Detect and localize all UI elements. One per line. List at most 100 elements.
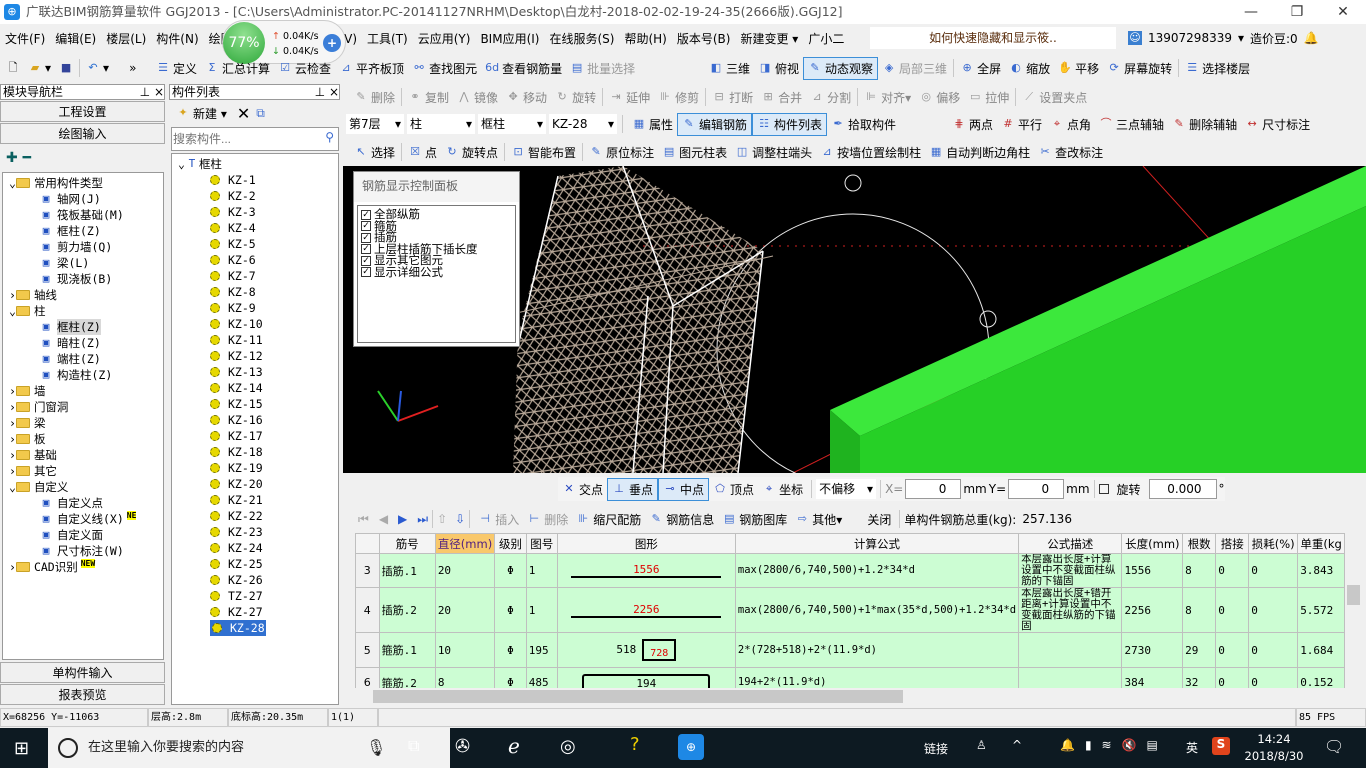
cell[interactable]: 20 — [434, 587, 496, 633]
cell[interactable]: 0 — [1248, 553, 1299, 588]
menu-item[interactable]: 在线服务(S) — [544, 30, 619, 47]
formula-cell[interactable]: 2*(728+518)+2*(11.9*d) — [734, 632, 1020, 668]
first-record-button[interactable]: ⏮ — [358, 512, 369, 527]
cell[interactable]: 2730 — [1121, 632, 1184, 668]
formula-cell[interactable]: max(2800/6,740,500)+1*max(35*d,500)+1.2*… — [734, 587, 1020, 633]
toolbar-button[interactable]: ✕ 交点 — [558, 479, 607, 500]
component-item[interactable]: KZ-10 — [178, 316, 338, 332]
close-button[interactable]: ✕ — [1320, 0, 1366, 24]
pin-close-icons[interactable]: ⊥ × — [140, 85, 164, 99]
chevron-icon[interactable]: ⌄ — [178, 156, 185, 172]
delete-component-button[interactable]: ✕ — [237, 104, 250, 123]
component-item[interactable]: KZ-19 — [178, 460, 338, 476]
cell[interactable]: 箍筋.1 — [378, 632, 436, 668]
tree-item[interactable]: ▣ 自定义面 — [3, 527, 163, 543]
component-item[interactable]: KZ-22 — [178, 508, 338, 524]
tree-folder[interactable]: › 基础 — [3, 447, 163, 463]
toolbar-button[interactable]: ⊥ 垂点 — [607, 477, 659, 501]
search-icon[interactable]: ⚲ — [325, 130, 334, 144]
toolbar-button[interactable]: ⊫ 对齐▾ — [860, 87, 915, 108]
new-component-button[interactable]: ✦ 新建 ▾ — [172, 103, 231, 124]
project-settings-button[interactable]: 工程设置 — [0, 101, 165, 122]
tree-item[interactable]: ▣ 自定义点 — [3, 495, 163, 511]
toolbar-button[interactable]: ▤ 钢筋图库 — [718, 509, 791, 530]
task-view-icon[interactable]: ⧉ — [408, 736, 419, 756]
column-header[interactable]: 计算公式 — [734, 533, 1020, 554]
column-header[interactable]: 长度(mm) — [1121, 533, 1184, 554]
ime-indicator[interactable]: 英 — [1186, 739, 1198, 756]
windows-start-icon[interactable]: ⊞ — [14, 738, 29, 759]
copy-component-button[interactable]: ⧉ — [256, 106, 265, 121]
tree-item[interactable]: ▣ 框柱(Z) — [3, 319, 163, 335]
cell[interactable]: 0 — [1215, 667, 1250, 688]
cell[interactable]: Φ — [494, 667, 527, 688]
toolbar-button[interactable]: ✎ 原位标注 — [585, 142, 658, 163]
cell[interactable]: 10 — [434, 632, 496, 668]
tree-item[interactable]: ▣ 端柱(Z) — [3, 351, 163, 367]
toolbar-button[interactable]: ↻ 旋转点 — [441, 142, 502, 163]
tree-item[interactable]: ▣ 框柱(Z) — [3, 223, 163, 239]
toolbar-button[interactable]: ⇨ 其他▾ — [791, 509, 846, 530]
formula-cell[interactable]: max(2800/6,740,500)+1.2*34*d — [734, 553, 1020, 588]
undo-button[interactable]: ↶ ▾ — [82, 59, 113, 77]
toolbar-button[interactable]: ◧ 三维 — [705, 58, 754, 79]
tree-item[interactable]: ▣ 轴网(J) — [3, 191, 163, 207]
component-item[interactable]: KZ-13 — [178, 364, 338, 380]
cell[interactable]: 0 — [1215, 587, 1250, 633]
cell[interactable]: 195 — [525, 632, 558, 668]
toolbar-button[interactable]: ⊿ 按墙位置绘制柱 — [816, 142, 925, 163]
toolbar-button[interactable]: ⟳ 屏幕旋转 — [1103, 58, 1176, 79]
chevron-icon[interactable]: › — [9, 415, 16, 431]
tree-item[interactable]: ▣ 构造柱(Z) — [3, 367, 163, 383]
checkbox-checked[interactable]: ✓ — [361, 232, 371, 243]
column-header[interactable]: 图号 — [525, 533, 558, 554]
chevron-icon[interactable]: › — [9, 431, 16, 447]
description-cell[interactable]: 本层露出长度+错开距离+计算设置中不变截面柱纵筋的下锚固 — [1018, 587, 1123, 633]
restore-button[interactable]: ❐ — [1274, 0, 1320, 24]
link-toolbar[interactable]: 链接 — [924, 740, 948, 757]
formula-cell[interactable]: 194+2*(11.9*d) — [734, 667, 1020, 688]
chevron-icon[interactable]: › — [9, 383, 16, 399]
toolbar-button[interactable]: ✂ 查改标注 — [1034, 142, 1107, 163]
boost-button[interactable]: + — [323, 34, 341, 52]
toolbar-button[interactable]: ◐ 缩放 — [1005, 58, 1054, 79]
component-select[interactable]: KZ-28 ▾ — [549, 114, 617, 134]
toolbar-button[interactable]: ⊿ 分割 — [806, 87, 855, 108]
toolbar-button[interactable]: ⚯ 查找图元 — [408, 58, 481, 79]
chevron-icon[interactable]: ⌄ — [9, 175, 16, 191]
clock[interactable]: 14:24 2018/8/30 — [1244, 731, 1304, 765]
component-item[interactable]: KZ-27 — [178, 604, 338, 620]
component-item[interactable]: KZ-4 — [178, 220, 338, 236]
menu-item[interactable]: 构件(N) — [151, 30, 203, 47]
tree-folder[interactable]: › 梁 — [3, 415, 163, 431]
tree-folder[interactable]: ⌄ 自定义 — [3, 479, 163, 495]
column-header[interactable]: 损耗(%) — [1248, 533, 1299, 554]
toolbar-button[interactable]: ✎ 删除辅轴 — [1168, 114, 1241, 135]
component-item[interactable]: KZ-1 — [178, 172, 338, 188]
show-hidden-icon[interactable]: ^ — [1012, 738, 1022, 752]
menu-item[interactable]: 广小二 — [803, 30, 849, 47]
component-item[interactable]: KZ-16 — [178, 412, 338, 428]
cell[interactable]: 插筋.1 — [378, 553, 436, 588]
toolbar-button[interactable]: ⊪ 修剪 — [654, 87, 703, 108]
column-header[interactable]: 图形 — [556, 533, 736, 554]
row-number[interactable]: 3 — [355, 553, 380, 588]
table-row[interactable]: 4 插筋.2 20 Φ 1 2256 max(2800/6,740,500)+1*max(3… — [355, 587, 1345, 633]
cell[interactable]: 8 — [434, 667, 496, 688]
app-swirl-icon[interactable]: ◎ — [560, 736, 576, 757]
cell[interactable]: Φ — [494, 553, 527, 588]
toolbar-button[interactable]: ⚭ 复制 — [404, 87, 453, 108]
tip-banner[interactable]: 如何快速隐藏和显示筱.. — [870, 27, 1116, 49]
toolbar-button[interactable]: 关闭 — [846, 509, 895, 530]
toolbar-button[interactable]: ▦ 属性 — [628, 114, 677, 135]
menu-item[interactable]: BIM应用(I) — [475, 30, 544, 47]
component-item[interactable]: KZ-24 — [178, 540, 338, 556]
toolbar-button[interactable]: ↖ 选择 — [350, 142, 399, 163]
tree-item[interactable]: ▣ 暗柱(Z) — [3, 335, 163, 351]
tree-folder[interactable]: › CAD识别 NEW — [3, 559, 163, 575]
chevron-icon[interactable]: › — [9, 463, 16, 479]
column-header[interactable]: 搭接 — [1215, 533, 1250, 554]
toolbar-button[interactable]: ◈ 局部三维 — [878, 58, 951, 79]
row-number[interactable]: 6 — [355, 667, 380, 688]
cell[interactable]: 插筋.2 — [378, 587, 436, 633]
